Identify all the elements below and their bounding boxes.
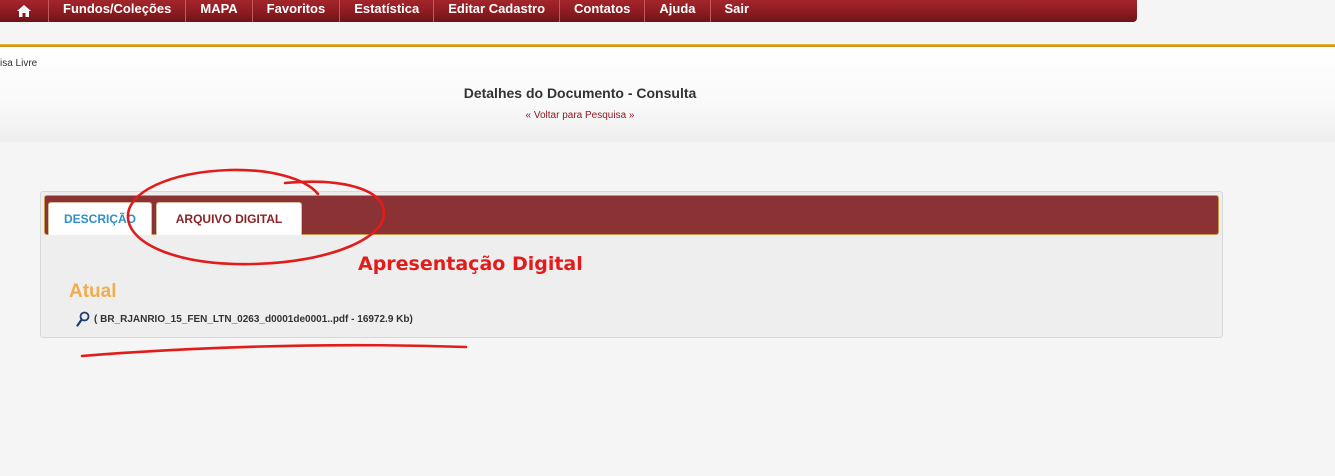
search-icon[interactable] (76, 311, 90, 327)
file-row: ( BR_RJANRIO_15_FEN_LTN_0263_d0001de0001… (76, 311, 413, 327)
nav-item-fundos[interactable]: Fundos/Coleções (49, 0, 187, 22)
page-title: Detalhes do Documento - Consulta (463, 85, 697, 101)
nav-item-sair[interactable]: Sair (711, 0, 764, 22)
tabs-bar: DESCRIÇÃO ARQUIVO DIGITAL (44, 195, 1219, 235)
annotation-underline (80, 343, 468, 358)
back-to-search-link[interactable]: « Voltar para Pesquisa » (0, 110, 1160, 121)
tab-arquivo-digital[interactable]: ARQUIVO DIGITAL (156, 202, 302, 235)
home-icon (17, 5, 31, 17)
annotation-text: Apresentação Digital (358, 253, 583, 275)
nav-home-button[interactable] (0, 0, 49, 22)
nav-item-mapa[interactable]: MAPA (186, 0, 253, 22)
nav-item-favoritos[interactable]: Favoritos (253, 0, 341, 22)
file-link[interactable]: ( BR_RJANRIO_15_FEN_LTN_0263_d0001de0001… (94, 314, 413, 325)
breadcrumb[interactable]: isa Livre (0, 58, 37, 69)
nav-item-ajuda[interactable]: Ajuda (645, 0, 711, 22)
nav-item-editar-cadastro[interactable]: Editar Cadastro (434, 0, 561, 22)
section-title: Atual (69, 281, 117, 302)
main-navbar: Fundos/Coleções MAPA Favoritos Estatísti… (0, 0, 1137, 22)
nav-item-estatistica[interactable]: Estatística (340, 0, 435, 22)
document-panel: DESCRIÇÃO ARQUIVO DIGITAL Atual ( BR_RJA… (40, 191, 1223, 338)
nav-item-contatos[interactable]: Contatos (560, 0, 646, 22)
tab-descricao[interactable]: DESCRIÇÃO (48, 202, 152, 235)
